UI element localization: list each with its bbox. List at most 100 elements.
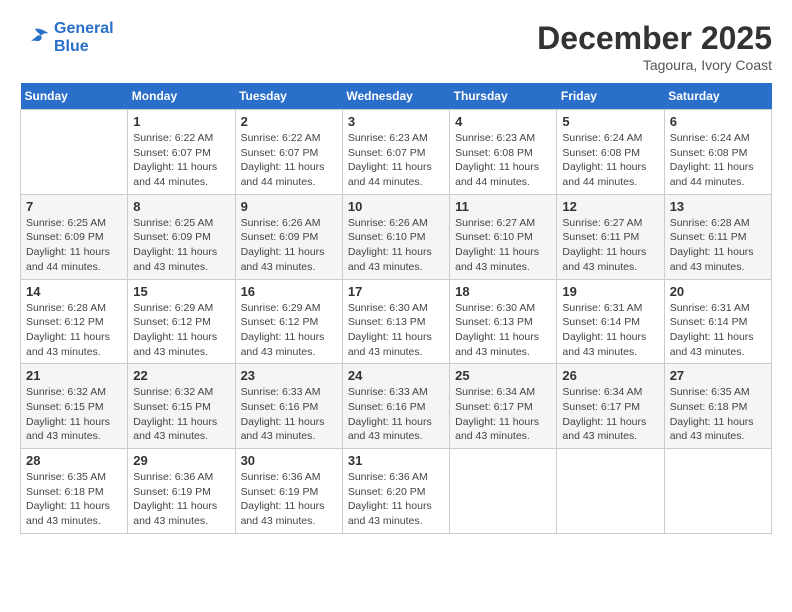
day-number: 10 (348, 199, 444, 214)
day-number: 4 (455, 114, 551, 129)
day-info: Sunrise: 6:36 AM Sunset: 6:19 PM Dayligh… (241, 470, 337, 529)
day-info: Sunrise: 6:29 AM Sunset: 6:12 PM Dayligh… (241, 301, 337, 360)
day-number: 18 (455, 284, 551, 299)
day-info: Sunrise: 6:32 AM Sunset: 6:15 PM Dayligh… (26, 385, 122, 444)
calendar-cell: 21 Sunrise: 6:32 AM Sunset: 6:15 PM Dayli… (21, 364, 128, 449)
day-info: Sunrise: 6:24 AM Sunset: 6:08 PM Dayligh… (670, 131, 766, 190)
calendar-week-row: 28 Sunrise: 6:35 AM Sunset: 6:18 PM Dayli… (21, 449, 772, 534)
day-number: 24 (348, 368, 444, 383)
day-number: 27 (670, 368, 766, 383)
day-number: 16 (241, 284, 337, 299)
header-row: SundayMondayTuesdayWednesdayThursdayFrid… (21, 83, 772, 110)
calendar-table: SundayMondayTuesdayWednesdayThursdayFrid… (20, 83, 772, 534)
day-info: Sunrise: 6:33 AM Sunset: 6:16 PM Dayligh… (348, 385, 444, 444)
day-of-week-header: Tuesday (235, 83, 342, 110)
day-info: Sunrise: 6:36 AM Sunset: 6:19 PM Dayligh… (133, 470, 229, 529)
day-of-week-header: Thursday (450, 83, 557, 110)
day-of-week-header: Monday (128, 83, 235, 110)
day-number: 31 (348, 453, 444, 468)
calendar-cell: 29 Sunrise: 6:36 AM Sunset: 6:19 PM Dayli… (128, 449, 235, 534)
day-of-week-header: Saturday (664, 83, 771, 110)
calendar-cell: 19 Sunrise: 6:31 AM Sunset: 6:14 PM Dayli… (557, 279, 664, 364)
logo-text: General Blue (54, 20, 114, 55)
day-info: Sunrise: 6:27 AM Sunset: 6:10 PM Dayligh… (455, 216, 551, 275)
day-number: 13 (670, 199, 766, 214)
calendar-cell: 24 Sunrise: 6:33 AM Sunset: 6:16 PM Dayli… (342, 364, 449, 449)
calendar-cell (450, 449, 557, 534)
day-number: 28 (26, 453, 122, 468)
calendar-cell: 16 Sunrise: 6:29 AM Sunset: 6:12 PM Dayli… (235, 279, 342, 364)
calendar-cell (21, 110, 128, 195)
calendar-cell: 23 Sunrise: 6:33 AM Sunset: 6:16 PM Dayli… (235, 364, 342, 449)
day-info: Sunrise: 6:28 AM Sunset: 6:11 PM Dayligh… (670, 216, 766, 275)
calendar-cell: 4 Sunrise: 6:23 AM Sunset: 6:08 PM Daylig… (450, 110, 557, 195)
day-number: 19 (562, 284, 658, 299)
calendar-cell: 2 Sunrise: 6:22 AM Sunset: 6:07 PM Daylig… (235, 110, 342, 195)
day-number: 20 (670, 284, 766, 299)
day-info: Sunrise: 6:30 AM Sunset: 6:13 PM Dayligh… (455, 301, 551, 360)
calendar-week-row: 7 Sunrise: 6:25 AM Sunset: 6:09 PM Daylig… (21, 194, 772, 279)
calendar-cell: 1 Sunrise: 6:22 AM Sunset: 6:07 PM Daylig… (128, 110, 235, 195)
calendar-cell: 17 Sunrise: 6:30 AM Sunset: 6:13 PM Dayli… (342, 279, 449, 364)
day-info: Sunrise: 6:30 AM Sunset: 6:13 PM Dayligh… (348, 301, 444, 360)
day-info: Sunrise: 6:26 AM Sunset: 6:10 PM Dayligh… (348, 216, 444, 275)
day-info: Sunrise: 6:23 AM Sunset: 6:07 PM Dayligh… (348, 131, 444, 190)
calendar-cell: 3Sunrise: 6:23 AM Sunset: 6:07 PM Daylig… (342, 110, 449, 195)
day-info: Sunrise: 6:25 AM Sunset: 6:09 PM Dayligh… (133, 216, 229, 275)
calendar-week-row: 21 Sunrise: 6:32 AM Sunset: 6:15 PM Dayli… (21, 364, 772, 449)
day-number: 1 (133, 114, 229, 129)
calendar-cell: 15 Sunrise: 6:29 AM Sunset: 6:12 PM Dayli… (128, 279, 235, 364)
calendar-cell: 18 Sunrise: 6:30 AM Sunset: 6:13 PM Dayli… (450, 279, 557, 364)
logo: General Blue (20, 20, 114, 55)
day-number: 7 (26, 199, 122, 214)
calendar-body: 1 Sunrise: 6:22 AM Sunset: 6:07 PM Daylig… (21, 110, 772, 534)
day-info: Sunrise: 6:22 AM Sunset: 6:07 PM Dayligh… (133, 131, 229, 190)
calendar-cell: 30Sunrise: 6:36 AM Sunset: 6:19 PM Dayli… (235, 449, 342, 534)
day-number: 15 (133, 284, 229, 299)
day-number: 22 (133, 368, 229, 383)
day-info: Sunrise: 6:23 AM Sunset: 6:08 PM Dayligh… (455, 131, 551, 190)
calendar-cell (664, 449, 771, 534)
day-number: 23 (241, 368, 337, 383)
day-number: 2 (241, 114, 337, 129)
calendar-cell: 10 Sunrise: 6:26 AM Sunset: 6:10 PM Dayli… (342, 194, 449, 279)
calendar-cell: 28 Sunrise: 6:35 AM Sunset: 6:18 PM Dayli… (21, 449, 128, 534)
calendar-cell: 11Sunrise: 6:27 AM Sunset: 6:10 PM Dayli… (450, 194, 557, 279)
day-number: 17 (348, 284, 444, 299)
day-info: Sunrise: 6:26 AM Sunset: 6:09 PM Dayligh… (241, 216, 337, 275)
location: Tagoura, Ivory Coast (537, 57, 772, 73)
day-info: Sunrise: 6:35 AM Sunset: 6:18 PM Dayligh… (670, 385, 766, 444)
calendar-cell: 14Sunrise: 6:28 AM Sunset: 6:12 PM Dayli… (21, 279, 128, 364)
calendar-cell: 13 Sunrise: 6:28 AM Sunset: 6:11 PM Dayli… (664, 194, 771, 279)
calendar-cell: 8 Sunrise: 6:25 AM Sunset: 6:09 PM Daylig… (128, 194, 235, 279)
day-number: 8 (133, 199, 229, 214)
title-block: December 2025 Tagoura, Ivory Coast (537, 20, 772, 73)
calendar-cell: 7 Sunrise: 6:25 AM Sunset: 6:09 PM Daylig… (21, 194, 128, 279)
day-of-week-header: Sunday (21, 83, 128, 110)
calendar-cell: 25 Sunrise: 6:34 AM Sunset: 6:17 PM Dayli… (450, 364, 557, 449)
day-info: Sunrise: 6:31 AM Sunset: 6:14 PM Dayligh… (562, 301, 658, 360)
day-info: Sunrise: 6:29 AM Sunset: 6:12 PM Dayligh… (133, 301, 229, 360)
day-info: Sunrise: 6:34 AM Sunset: 6:17 PM Dayligh… (562, 385, 658, 444)
calendar-cell: 12 Sunrise: 6:27 AM Sunset: 6:11 PM Dayli… (557, 194, 664, 279)
day-info: Sunrise: 6:27 AM Sunset: 6:11 PM Dayligh… (562, 216, 658, 275)
day-info: Sunrise: 6:33 AM Sunset: 6:16 PM Dayligh… (241, 385, 337, 444)
calendar-cell: 27 Sunrise: 6:35 AM Sunset: 6:18 PM Dayli… (664, 364, 771, 449)
day-info: Sunrise: 6:25 AM Sunset: 6:09 PM Dayligh… (26, 216, 122, 275)
day-number: 25 (455, 368, 551, 383)
day-info: Sunrise: 6:32 AM Sunset: 6:15 PM Dayligh… (133, 385, 229, 444)
month-title: December 2025 (537, 20, 772, 57)
calendar-cell: 22 Sunrise: 6:32 AM Sunset: 6:15 PM Dayli… (128, 364, 235, 449)
day-info: Sunrise: 6:34 AM Sunset: 6:17 PM Dayligh… (455, 385, 551, 444)
calendar-cell: 9 Sunrise: 6:26 AM Sunset: 6:09 PM Daylig… (235, 194, 342, 279)
day-number: 12 (562, 199, 658, 214)
day-number: 29 (133, 453, 229, 468)
day-info: Sunrise: 6:22 AM Sunset: 6:07 PM Dayligh… (241, 131, 337, 190)
calendar-header: SundayMondayTuesdayWednesdayThursdayFrid… (21, 83, 772, 110)
day-number: 21 (26, 368, 122, 383)
day-number: 9 (241, 199, 337, 214)
calendar-cell (557, 449, 664, 534)
day-info: Sunrise: 6:35 AM Sunset: 6:18 PM Dayligh… (26, 470, 122, 529)
calendar-week-row: 1 Sunrise: 6:22 AM Sunset: 6:07 PM Daylig… (21, 110, 772, 195)
day-of-week-header: Wednesday (342, 83, 449, 110)
